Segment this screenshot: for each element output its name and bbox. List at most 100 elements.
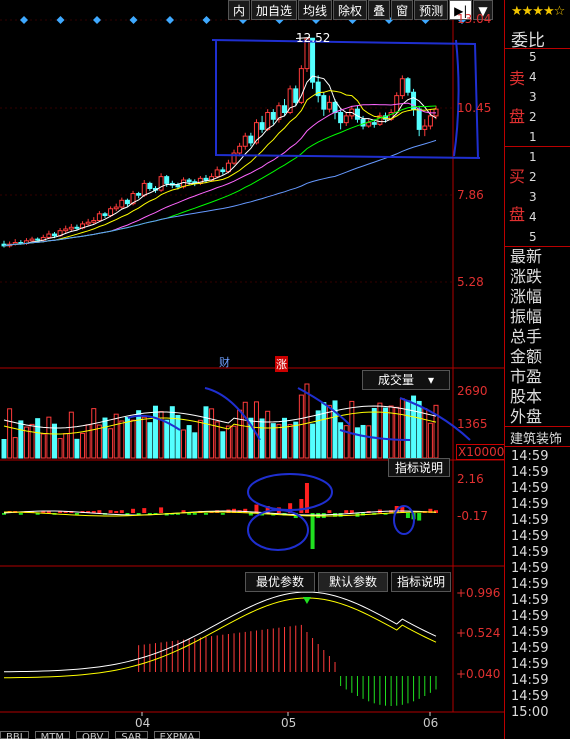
macd-bar xyxy=(114,511,119,513)
volume-bar xyxy=(259,418,265,459)
indicator-bar xyxy=(295,625,297,672)
indicator-bar xyxy=(284,627,286,672)
volume-bar xyxy=(203,406,209,459)
add-watchlist-button[interactable]: 加自选 xyxy=(251,0,298,20)
candle-body xyxy=(259,122,265,130)
indicator-axis-label: +0.040 xyxy=(456,667,501,681)
indicator-explain-button[interactable]: 指标说明 xyxy=(391,572,451,592)
ex-rights-button[interactable]: 除权 xyxy=(333,0,368,20)
moving-average-button[interactable]: 均线 xyxy=(298,0,333,20)
macd-bar xyxy=(349,510,354,513)
candle-body xyxy=(293,88,299,103)
indicator-bar xyxy=(216,635,218,672)
buy-level: 4 xyxy=(529,210,537,224)
field-total-volume: 总手 xyxy=(510,327,543,346)
candle-body xyxy=(108,208,114,216)
indicator-bar xyxy=(211,636,213,672)
macd-bar xyxy=(142,508,147,513)
candle-body xyxy=(265,112,271,130)
indicator-tab-bar: BBI MTM OBV SAR EXPMA xyxy=(0,731,220,739)
volume-axis-label: 2690 xyxy=(457,384,488,398)
indicator-bar xyxy=(267,629,269,672)
candle-body xyxy=(354,108,360,120)
macd-bar xyxy=(327,510,332,513)
candle-body xyxy=(248,135,254,144)
price-axis-label: 10.45 xyxy=(457,101,492,115)
volume-bar xyxy=(354,427,360,459)
candle-body xyxy=(326,101,332,110)
volume-bar xyxy=(377,402,383,459)
indicator-bar xyxy=(289,626,291,672)
field-change: 涨跌 xyxy=(510,267,543,286)
indicator-bar xyxy=(351,676,353,693)
volume-indicator-select[interactable]: 成交量 ▾ xyxy=(362,370,450,390)
indicator-bar xyxy=(177,640,179,672)
volume-bar xyxy=(265,410,271,459)
macd-axis-label: 2.16 xyxy=(457,472,484,486)
volume-explain-button[interactable]: 指标说明 xyxy=(388,458,450,477)
default-params-button[interactable]: 默认参数 xyxy=(318,572,388,592)
macd-bar xyxy=(159,507,164,513)
forecast-button[interactable]: 预测 xyxy=(414,0,449,20)
volume-bar xyxy=(214,421,220,459)
volume-bar xyxy=(124,416,130,459)
indicator-line xyxy=(3,591,437,673)
candle-body xyxy=(96,213,102,222)
indicator-bar xyxy=(407,676,409,704)
dividend-diamond-marker xyxy=(93,16,101,24)
limit-up-event-tag[interactable]: 涨 xyxy=(275,356,288,372)
volume-bar xyxy=(315,410,321,459)
moving-average-line xyxy=(3,75,437,247)
optimal-params-button[interactable]: 最优参数 xyxy=(245,572,315,592)
moving-average-line xyxy=(3,102,436,247)
volume-bar xyxy=(91,408,97,459)
indicator-bar xyxy=(239,632,241,672)
volume-bar xyxy=(276,424,282,459)
tab-mtm[interactable]: MTM xyxy=(34,731,71,739)
volume-ma-line xyxy=(3,411,437,435)
indicator-bar xyxy=(272,628,274,672)
indicator-bar xyxy=(385,676,387,706)
field-shares: 股本 xyxy=(510,387,543,406)
tab-expma[interactable]: EXPMA xyxy=(153,731,201,739)
volume-bar xyxy=(422,408,428,459)
indicator-bar xyxy=(396,676,398,706)
peak-down-arrow xyxy=(302,597,311,604)
volume-bar xyxy=(394,406,400,459)
candle-body xyxy=(113,206,119,210)
volume-bar xyxy=(237,409,243,459)
overlay-button[interactable]: 叠 xyxy=(368,0,391,20)
high-price-marker: 12.52 xyxy=(296,31,331,45)
indicator-axis-label: +0.524 xyxy=(456,626,501,640)
annotation-circle xyxy=(247,509,309,551)
tab-sar[interactable]: SAR xyxy=(115,731,148,739)
indicator-bar xyxy=(345,676,347,690)
candle-body xyxy=(91,220,97,223)
indicator-bar xyxy=(401,676,403,705)
indicator-bar xyxy=(306,632,308,672)
financial-event-tag[interactable]: 财 xyxy=(219,354,230,370)
macd-bar xyxy=(405,513,410,519)
volume-bar xyxy=(304,383,310,459)
volume-bar xyxy=(130,419,136,459)
candle-body xyxy=(51,233,57,237)
toolbar-inner-button[interactable]: 内 xyxy=(228,0,251,20)
candle-body xyxy=(237,145,243,154)
window-button[interactable]: 窗 xyxy=(391,0,414,20)
price-axis-label: 13.04 xyxy=(457,12,492,26)
volume-bar xyxy=(85,424,91,459)
volume-bar xyxy=(175,414,181,459)
date-axis-label: 05 xyxy=(281,716,297,730)
macd-bar xyxy=(344,510,349,513)
macd-bar xyxy=(417,513,422,521)
sell-level: 4 xyxy=(529,70,537,84)
tab-bbi[interactable]: BBI xyxy=(0,731,29,739)
candle-body xyxy=(360,118,366,127)
volume-bar xyxy=(1,439,7,459)
volume-bar xyxy=(349,400,355,459)
field-latest: 最新 xyxy=(510,247,543,266)
tab-obv[interactable]: OBV xyxy=(76,731,110,739)
candle-body xyxy=(366,122,372,127)
candle-body xyxy=(46,233,52,238)
indicator-bar xyxy=(143,644,145,672)
